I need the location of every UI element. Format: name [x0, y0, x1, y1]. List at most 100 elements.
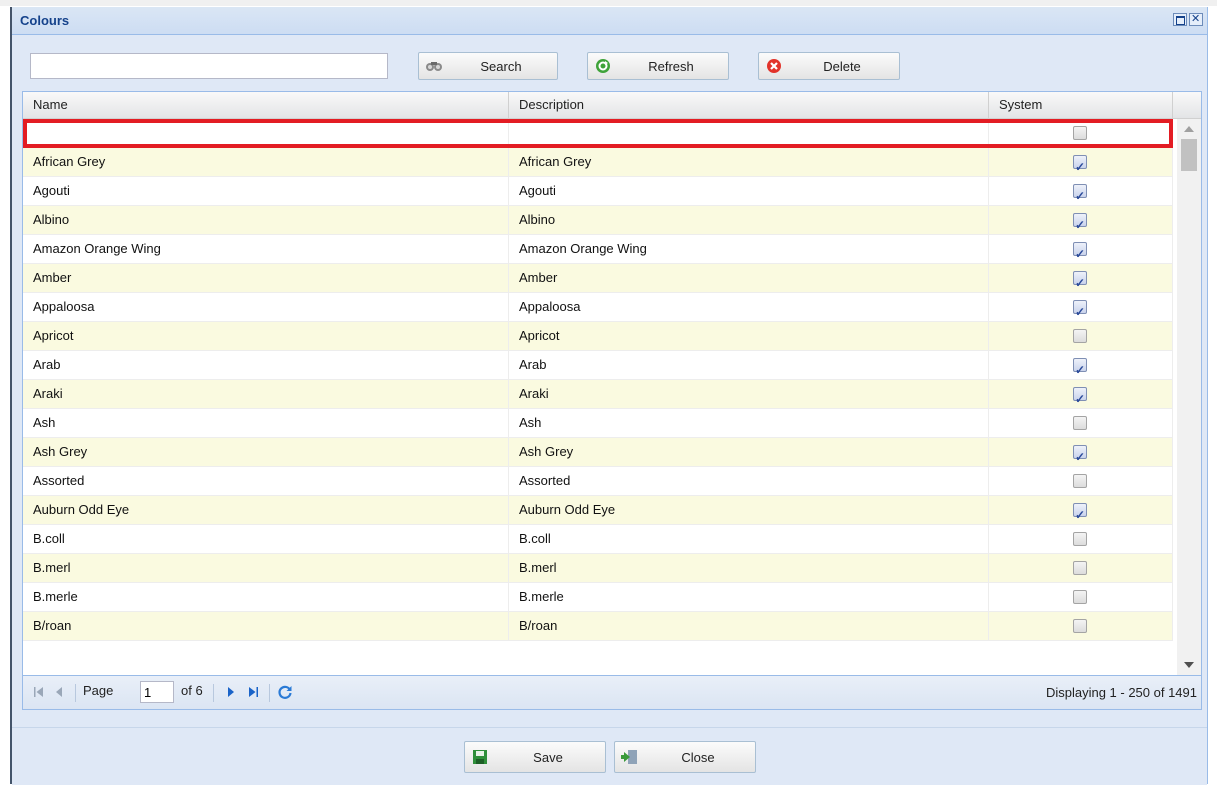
paging-display-text: Displaying 1 - 250 of 1491 [1045, 685, 1197, 700]
description-cell[interactable]: Albino [509, 206, 989, 234]
system-cell [989, 583, 1173, 611]
table-row[interactable]: Arab Arab [23, 351, 1173, 380]
next-page-icon[interactable] [223, 684, 239, 700]
system-checkbox[interactable] [1073, 416, 1087, 430]
system-cell [989, 264, 1173, 292]
refresh-button[interactable]: Refresh [587, 52, 729, 80]
description-cell[interactable]: B.merl [509, 554, 989, 582]
table-row[interactable]: Araki Araki [23, 380, 1173, 409]
description-cell[interactable]: Araki [509, 380, 989, 408]
column-header-name[interactable]: Name [23, 92, 509, 118]
name-cell[interactable]: African Grey [23, 148, 509, 176]
table-row[interactable]: B.merl B.merl [23, 554, 1173, 583]
name-cell[interactable]: Ash Grey [23, 438, 509, 466]
system-checkbox[interactable] [1073, 532, 1087, 546]
page-number-input[interactable] [140, 681, 174, 703]
name-cell[interactable]: Amazon Orange Wing [23, 235, 509, 263]
system-checkbox[interactable] [1073, 182, 1087, 205]
name-cell[interactable]: Albino [23, 206, 509, 234]
system-checkbox[interactable] [1073, 619, 1087, 633]
table-row[interactable]: Amber Amber [23, 264, 1173, 293]
vertical-scrollbar[interactable] [1177, 119, 1201, 675]
last-page-icon[interactable] [245, 684, 261, 700]
table-row[interactable]: African Grey African Grey [23, 148, 1173, 177]
table-row[interactable]: Ash Grey Ash Grey [23, 438, 1173, 467]
previous-page-icon[interactable] [51, 684, 67, 700]
grid-body: African GreyAfrican GreyAgoutiAgoutiAlbi… [23, 119, 1173, 675]
scroll-down-icon[interactable] [1184, 662, 1194, 668]
name-cell[interactable]: B.coll [23, 525, 509, 553]
table-row[interactable]: Amazon Orange Wing Amazon Orange Wing [23, 235, 1173, 264]
name-cell[interactable]: Assorted [23, 467, 509, 495]
description-cell[interactable]: B.coll [509, 525, 989, 553]
new-row-highlight [23, 119, 1173, 148]
name-cell[interactable]: Amber [23, 264, 509, 292]
system-checkbox[interactable] [1073, 298, 1087, 321]
description-cell[interactable]: Agouti [509, 177, 989, 205]
description-cell[interactable]: Amber [509, 264, 989, 292]
description-cell[interactable]: Arab [509, 351, 989, 379]
name-cell[interactable]: Apricot [23, 322, 509, 350]
table-row[interactable]: Agouti Agouti [23, 177, 1173, 206]
system-checkbox[interactable] [1073, 443, 1087, 466]
system-checkbox[interactable] [1073, 269, 1087, 292]
system-checkbox[interactable] [1073, 211, 1087, 234]
name-cell[interactable]: Arab [23, 351, 509, 379]
search-button[interactable]: Search [418, 52, 558, 80]
scroll-thumb[interactable] [1181, 139, 1197, 171]
description-cell[interactable]: Ash Grey [509, 438, 989, 466]
name-cell[interactable]: Araki [23, 380, 509, 408]
system-checkbox[interactable] [1073, 356, 1087, 379]
table-row[interactable]: Assorted Assorted [23, 467, 1173, 496]
table-row[interactable]: B.merle B.merle [23, 583, 1173, 612]
name-cell[interactable]: B.merle [23, 583, 509, 611]
table-row[interactable]: Ash Ash [23, 409, 1173, 438]
description-cell[interactable]: Ash [509, 409, 989, 437]
name-cell[interactable]: B/roan [23, 612, 509, 640]
top-edge [0, 0, 1217, 6]
column-header-description[interactable]: Description [509, 92, 989, 118]
system-checkbox[interactable] [1073, 590, 1087, 604]
system-cell [989, 438, 1173, 466]
close-window-icon[interactable] [1189, 12, 1203, 26]
reload-icon[interactable] [277, 684, 293, 700]
system-checkbox[interactable] [1073, 385, 1087, 408]
name-cell[interactable]: Auburn Odd Eye [23, 496, 509, 524]
maximize-icon[interactable] [1173, 13, 1187, 26]
table-row[interactable]: Auburn Odd Eye Auburn Odd Eye [23, 496, 1173, 525]
system-checkbox[interactable] [1073, 153, 1087, 176]
system-checkbox[interactable] [1073, 240, 1087, 263]
table-row[interactable]: B.coll B.coll [23, 525, 1173, 554]
close-button[interactable]: Close [614, 741, 756, 773]
table-row[interactable]: Albino Albino [23, 206, 1173, 235]
first-page-icon[interactable] [31, 684, 47, 700]
name-cell[interactable]: Appaloosa [23, 293, 509, 321]
column-header-system[interactable]: System [989, 92, 1173, 118]
table-row[interactable]: Appaloosa Appaloosa [23, 293, 1173, 322]
name-cell[interactable]: Ash [23, 409, 509, 437]
description-cell[interactable]: B.merle [509, 583, 989, 611]
name-cell[interactable]: B.merl [23, 554, 509, 582]
description-cell[interactable]: Amazon Orange Wing [509, 235, 989, 263]
system-checkbox[interactable] [1073, 329, 1087, 343]
system-checkbox[interactable] [1073, 474, 1087, 488]
save-button[interactable]: Save [464, 741, 606, 773]
delete-button[interactable]: Delete [758, 52, 900, 80]
table-row[interactable]: B/roan B/roan [23, 612, 1173, 641]
description-cell[interactable]: B/roan [509, 612, 989, 640]
description-cell[interactable]: Auburn Odd Eye [509, 496, 989, 524]
system-cell [989, 206, 1173, 234]
description-cell[interactable]: Assorted [509, 467, 989, 495]
system-checkbox[interactable] [1073, 561, 1087, 575]
save-button-label: Save [533, 750, 563, 765]
description-cell[interactable]: Appaloosa [509, 293, 989, 321]
search-input[interactable] [30, 53, 388, 79]
system-checkbox[interactable] [1073, 501, 1087, 524]
description-cell[interactable]: African Grey [509, 148, 989, 176]
name-cell[interactable]: Agouti [23, 177, 509, 205]
description-cell[interactable]: Apricot [509, 322, 989, 350]
system-cell [989, 409, 1173, 437]
window-title: Colours [20, 13, 70, 28]
table-row[interactable]: Apricot Apricot [23, 322, 1173, 351]
scroll-up-icon[interactable] [1184, 126, 1194, 132]
